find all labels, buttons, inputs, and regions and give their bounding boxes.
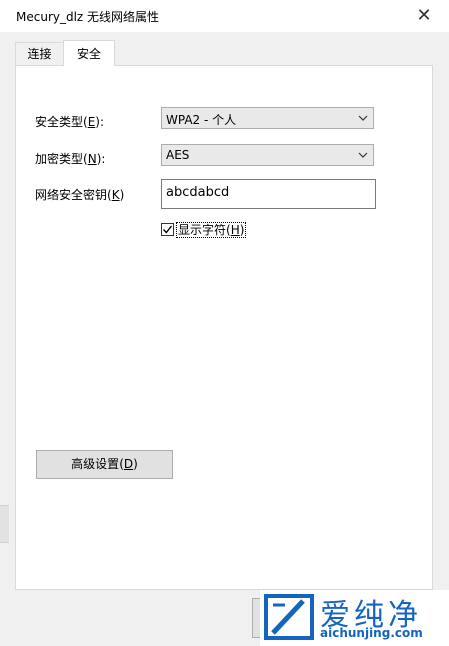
security-type-value: WPA2 - 个人 — [166, 113, 237, 127]
watermark-url: aichunjing.com — [320, 626, 423, 640]
background-window-edge — [0, 505, 9, 543]
chevron-down-icon — [358, 115, 368, 121]
close-button[interactable]: ✕ — [409, 3, 439, 29]
security-type-select[interactable]: WPA2 - 个人 — [161, 107, 374, 129]
encryption-type-label: 加密类型(N): — [35, 152, 106, 166]
tab-connection-label: 连接 — [27, 47, 52, 61]
watermark: 爱纯净 aichunjing.com — [260, 590, 449, 646]
watermark-logo-icon — [264, 594, 314, 640]
network-key-field[interactable]: abcdabcd — [161, 179, 376, 209]
chevron-down-icon — [358, 152, 368, 158]
ok-button-partial[interactable] — [252, 598, 260, 638]
network-key-label: 网络安全密钥(K) — [35, 188, 125, 202]
tab-connection[interactable]: 连接 — [15, 42, 64, 65]
title-bar: Mecury_dlz 无线网络属性 ✕ — [0, 0, 449, 32]
security-type-label: 安全类型(E): — [35, 115, 105, 129]
show-characters-label[interactable]: 显示字符(H) — [176, 222, 247, 238]
checkmark-icon — [162, 225, 173, 234]
properties-window: Mecury_dlz 无线网络属性 ✕ 连接 安全 安全类型(E): WPA2 … — [0, 0, 449, 646]
tab-security[interactable]: 安全 — [63, 40, 115, 66]
encryption-type-value: AES — [166, 148, 190, 162]
network-key-value: abcdabcd — [166, 185, 230, 200]
close-icon: ✕ — [416, 5, 432, 26]
window-title: Mecury_dlz 无线网络属性 — [16, 10, 160, 24]
advanced-settings-button[interactable]: 高级设置(D) — [36, 450, 173, 479]
tab-security-label: 安全 — [76, 47, 101, 61]
encryption-type-select[interactable]: AES — [161, 144, 374, 166]
show-characters-checkbox[interactable] — [161, 223, 174, 236]
